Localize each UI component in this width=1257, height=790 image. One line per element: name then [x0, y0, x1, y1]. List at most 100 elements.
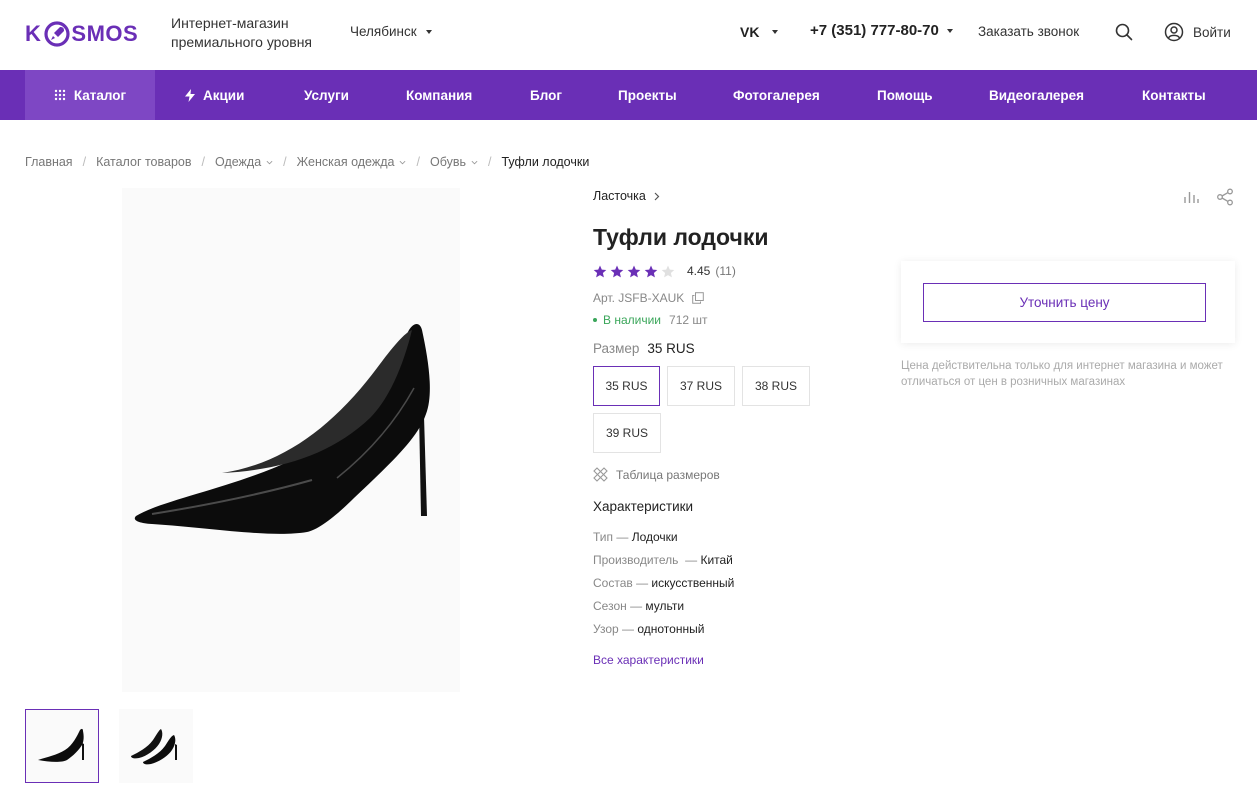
breadcrumb-label: Женская одежда: [296, 155, 395, 169]
city-selector[interactable]: Челябинск: [350, 24, 432, 39]
thumbnail-2[interactable]: [119, 709, 193, 783]
chevron-down-icon: [400, 160, 406, 164]
ruler-icon: [593, 467, 608, 482]
spec-name: Сезон: [593, 599, 627, 613]
vk-menu[interactable]: VK: [740, 24, 779, 40]
brand-name: Ласточка: [593, 189, 646, 203]
buy-box: Уточнить цену: [901, 261, 1235, 343]
breadcrumb-separator: /: [487, 155, 492, 169]
spec-name: Состав: [593, 576, 633, 590]
breadcrumb-catalog[interactable]: Каталог товаров: [96, 155, 191, 169]
size-table-link[interactable]: Таблица размеров: [593, 467, 720, 482]
spec-row-manufacturer: Производитель — Китай: [593, 553, 733, 567]
caret-down-icon: [772, 30, 779, 34]
stock-dot: [593, 318, 597, 322]
thumbnail-strip: [25, 709, 193, 783]
breadcrumb-shoes[interactable]: Обувь: [430, 155, 478, 169]
chevron-down-icon: [266, 160, 273, 164]
size-option-35[interactable]: 35 RUS: [593, 366, 660, 406]
main-nav: Каталог Акции Услуги Компания Блог Проек…: [0, 70, 1257, 120]
price-note: Цена действительна только для интернет м…: [901, 360, 1223, 388]
breadcrumb-womens-clothing[interactable]: Женская одежда: [297, 155, 407, 169]
product-main-photo[interactable]: [122, 188, 460, 692]
nav-item-promotions[interactable]: Акции: [185, 70, 244, 120]
nav-item-catalog[interactable]: Каталог: [25, 70, 155, 120]
nav-label: Акции: [203, 87, 245, 103]
compare-icon[interactable]: [1183, 188, 1200, 205]
size-option-38[interactable]: 38 RUS: [742, 366, 810, 406]
login-label: Войти: [1193, 24, 1231, 40]
stock-status-text: В наличии: [603, 313, 662, 327]
breadcrumb-separator: /: [201, 155, 205, 169]
size-option-39[interactable]: 39 RUS: [593, 413, 661, 453]
article-text: Арт. JSFB-XAUK: [593, 291, 685, 305]
share-icon[interactable]: [1216, 188, 1234, 206]
star-filled-icon: [593, 265, 607, 277]
logo[interactable]: K SMOS: [25, 18, 138, 50]
spec-value: Китай: [700, 553, 733, 567]
nav-item-contacts[interactable]: Контакты: [1142, 70, 1206, 120]
breadcrumb-home[interactable]: Главная: [25, 155, 73, 169]
rating-value: 4.45: [687, 264, 711, 278]
phone-number: +7 (351) 777-80-70: [810, 22, 939, 39]
nav-item-company[interactable]: Компания: [406, 70, 472, 120]
size-table-label: Таблица размеров: [616, 467, 720, 482]
city-name: Челябинск: [350, 24, 417, 39]
size-option-37[interactable]: 37 RUS: [667, 366, 735, 406]
size-selected-value: 35 RUS: [647, 341, 695, 356]
spec-row-composition: Состав — искусственный: [593, 576, 735, 590]
breadcrumb-clothing[interactable]: Одежда: [215, 155, 273, 169]
breadcrumb-separator: /: [283, 155, 287, 169]
site-header: K SMOS Интернет-магазин премиального уро…: [0, 0, 1257, 70]
size-label: Размер 35 RUS: [593, 341, 695, 356]
all-specs-link[interactable]: Все характеристики: [593, 653, 704, 667]
logo-text-end: SMOS: [71, 21, 139, 46]
breadcrumb-label: Одежда: [215, 155, 262, 169]
spec-name: Тип: [593, 530, 614, 544]
nav-item-blog[interactable]: Блог: [530, 70, 562, 120]
copy-icon[interactable]: [692, 292, 705, 304]
nav-item-videogallery[interactable]: Видеогалерея: [989, 70, 1084, 120]
nav-item-services[interactable]: Услуги: [304, 70, 349, 120]
spec-value: Лодочки: [631, 530, 678, 544]
shoe-image: [134, 324, 430, 534]
star-filled-icon: [644, 265, 658, 277]
thumbnail-1[interactable]: [25, 709, 99, 783]
shoe-pair-thumbnail-image: [131, 729, 177, 765]
size-label-text: Размер: [593, 341, 640, 356]
nav-item-photogallery[interactable]: Фотогалерея: [733, 70, 820, 120]
rating-count: (11): [715, 264, 736, 278]
nav-item-projects[interactable]: Проекты: [618, 70, 677, 120]
lightning-icon: [185, 88, 195, 102]
brand-link[interactable]: Ласточка: [593, 189, 660, 203]
star-empty-icon: [661, 265, 675, 277]
search-icon[interactable]: [1114, 22, 1134, 42]
vk-icon: VK: [740, 24, 760, 40]
specs-heading: Характеристики: [593, 499, 694, 514]
chevron-right-icon: [654, 192, 660, 200]
product-title: Туфли лодочки: [593, 224, 769, 250]
callback-link[interactable]: Заказать звонок: [978, 24, 1079, 39]
spec-value: мульти: [645, 599, 685, 613]
product-rating[interactable]: 4.45 (11): [593, 264, 736, 278]
breadcrumb-label: Обувь: [429, 155, 466, 169]
star-filled-icon: [610, 265, 624, 277]
star-filled-icon: [627, 265, 641, 277]
grid-icon: [54, 89, 66, 101]
user-icon: [1164, 22, 1184, 42]
breadcrumb-separator: /: [82, 155, 87, 169]
spec-name: Узор: [593, 622, 619, 636]
rocket-icon: [44, 21, 70, 47]
stock-quantity: 712 шт: [669, 313, 708, 327]
caret-down-icon: [946, 28, 953, 33]
tagline: Интернет-магазин премиального уровня: [171, 14, 331, 52]
login-button[interactable]: Войти: [1164, 22, 1231, 42]
request-price-button[interactable]: Уточнить цену: [923, 283, 1206, 322]
breadcrumb-separator: /: [416, 155, 420, 169]
spec-row-season: Сезон — мульти: [593, 599, 685, 613]
product-actions: [1183, 188, 1234, 206]
nav-item-help[interactable]: Помощь: [877, 70, 933, 120]
spec-name: Производитель: [593, 553, 679, 567]
tagline-line-2: премиального уровня: [171, 34, 313, 50]
phone-selector[interactable]: +7 (351) 777-80-70: [810, 22, 953, 39]
